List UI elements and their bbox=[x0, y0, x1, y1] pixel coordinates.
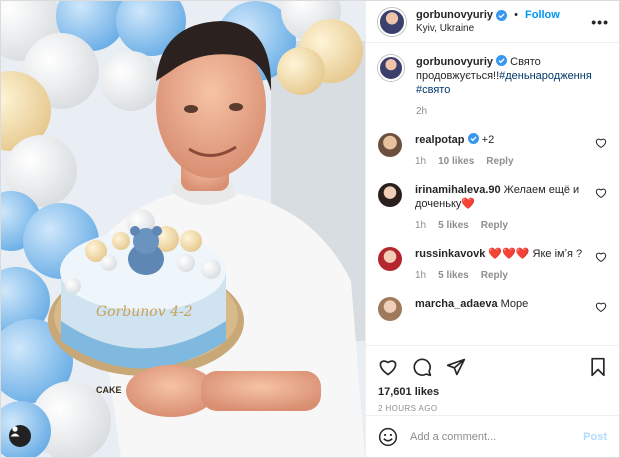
like-comment-heart-icon[interactable] bbox=[595, 301, 607, 313]
post-header: gorbunovyuriy • Follow Kyiv, Ukraine ••• bbox=[366, 1, 619, 43]
post-timestamp[interactable]: 2 HOURS AGO bbox=[378, 404, 607, 413]
hashtag-link[interactable]: #свято bbox=[416, 84, 450, 96]
caption-username[interactable]: gorbunovyuriy bbox=[416, 56, 493, 68]
comment-username[interactable]: irinamihaleva.90 bbox=[415, 184, 501, 196]
emoji-icon[interactable] bbox=[378, 427, 398, 447]
commenter-avatar[interactable] bbox=[378, 247, 402, 271]
author-avatar[interactable] bbox=[378, 7, 406, 36]
caption-age[interactable]: 2h bbox=[416, 105, 427, 119]
tagged-users-button[interactable] bbox=[9, 425, 31, 447]
caption-avatar[interactable] bbox=[378, 55, 404, 81]
commenter-avatar[interactable] bbox=[378, 297, 402, 321]
follow-button[interactable]: Follow bbox=[525, 9, 560, 21]
comments-list: gorbunovyuriy Свято продовжується!!#день… bbox=[366, 43, 619, 345]
user-icon bbox=[10, 426, 20, 437]
commenter-avatar[interactable] bbox=[378, 183, 402, 207]
comment-username[interactable]: marcha_adaeva bbox=[415, 298, 498, 310]
comment-age[interactable]: 1h bbox=[415, 219, 426, 233]
comment-likes[interactable]: 5 likes bbox=[438, 269, 469, 283]
hashtag-link[interactable]: #деньнародження bbox=[499, 70, 592, 82]
comment-age[interactable]: 1h bbox=[415, 155, 426, 169]
like-comment-heart-icon[interactable] bbox=[595, 137, 607, 149]
author-username[interactable]: gorbunovyuriy bbox=[416, 9, 508, 21]
reply-button[interactable]: Reply bbox=[481, 219, 508, 233]
comment-username[interactable]: realpotap bbox=[415, 134, 465, 146]
post-location[interactable]: Kyiv, Ukraine bbox=[416, 23, 591, 34]
verified-badge-icon bbox=[496, 55, 508, 66]
instagram-post: Gorbunov 4-2 CAKE gorbunovyuriy • Follow… bbox=[0, 0, 620, 458]
likes-count[interactable]: 17,601 likes bbox=[378, 386, 607, 398]
comment-username[interactable]: russinkavovk bbox=[415, 248, 485, 260]
comment-text: Море bbox=[500, 298, 529, 310]
comment-item: marcha_adaeva Море bbox=[378, 297, 607, 321]
comment-likes[interactable]: 10 likes bbox=[438, 155, 474, 169]
header-separator: • bbox=[514, 9, 518, 21]
more-options-button[interactable]: ••• bbox=[591, 14, 609, 30]
like-heart-icon[interactable] bbox=[378, 357, 398, 377]
commenter-avatar[interactable] bbox=[378, 133, 402, 157]
comment-age[interactable]: 1h bbox=[415, 269, 426, 283]
reply-button[interactable]: Reply bbox=[481, 269, 508, 283]
author-username-text[interactable]: gorbunovyuriy bbox=[416, 9, 493, 21]
photo-illustration: Gorbunov 4-2 CAKE bbox=[1, 1, 365, 457]
comment-item: russinkavovk ❤️❤️❤️ Яке імʼя ? 1h 5 like… bbox=[378, 247, 607, 283]
svg-text:Gorbunov 4-2: Gorbunov 4-2 bbox=[96, 304, 193, 320]
comment-item: irinamihaleva.90 Желаем ещё и доченьку❤️… bbox=[378, 183, 607, 233]
comment-text: ❤️❤️❤️ Яке імʼя ? bbox=[488, 248, 583, 260]
save-bookmark-icon[interactable] bbox=[589, 357, 607, 377]
reply-button[interactable]: Reply bbox=[486, 155, 513, 169]
comment-item: realpotap +2 1h 10 likes Reply bbox=[378, 133, 607, 169]
comment-likes[interactable]: 5 likes bbox=[438, 219, 469, 233]
add-comment-bar: Post bbox=[366, 415, 619, 457]
comment-text: +2 bbox=[481, 134, 495, 146]
post-sidebar: gorbunovyuriy • Follow Kyiv, Ukraine •••… bbox=[365, 1, 619, 457]
post-photo[interactable]: Gorbunov 4-2 CAKE bbox=[1, 1, 365, 457]
cake-brand-text: CAKE bbox=[96, 385, 122, 395]
like-comment-heart-icon[interactable] bbox=[595, 251, 607, 263]
comment-input[interactable] bbox=[410, 430, 584, 443]
post-comment-button[interactable]: Post bbox=[583, 431, 607, 443]
verified-badge-icon bbox=[496, 9, 508, 21]
like-comment-heart-icon[interactable] bbox=[595, 187, 607, 199]
verified-badge-icon bbox=[467, 133, 479, 144]
share-paper-plane-icon[interactable] bbox=[446, 357, 466, 377]
caption: gorbunovyuriy Свято продовжується!!#день… bbox=[378, 55, 607, 119]
comment-bubble-icon[interactable] bbox=[412, 357, 432, 377]
